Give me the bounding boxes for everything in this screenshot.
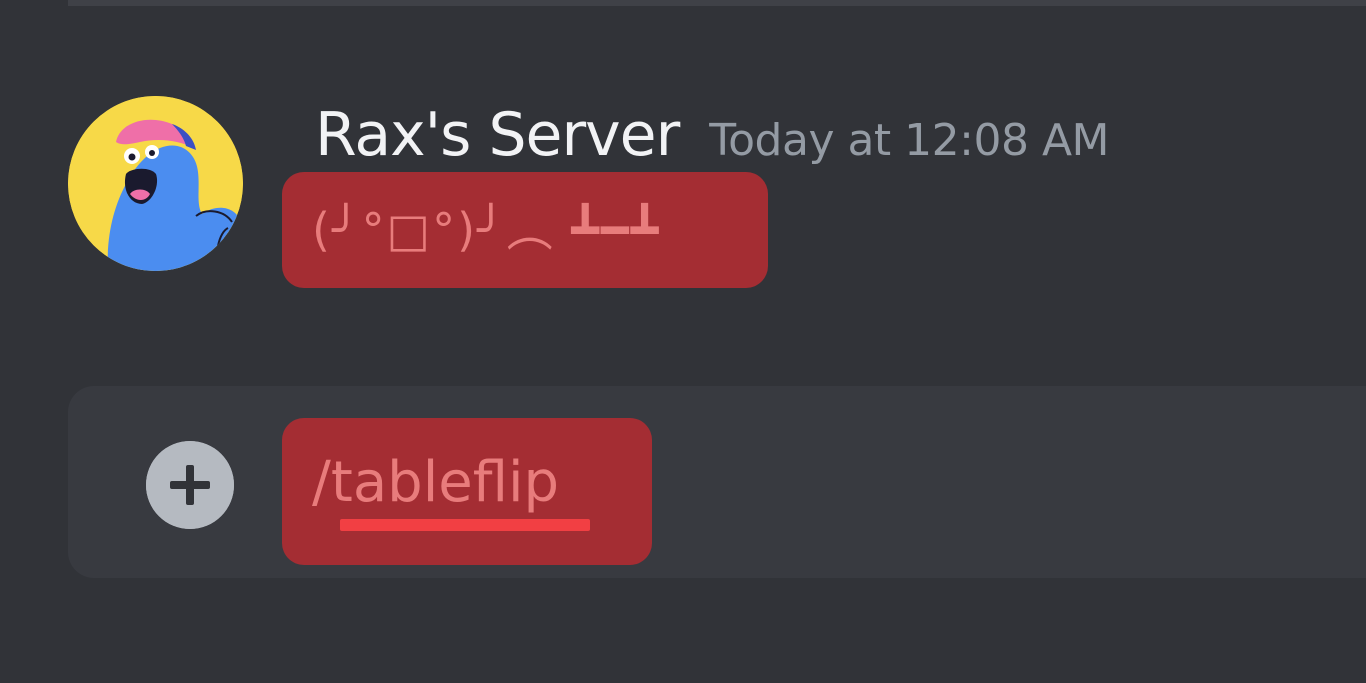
cartoon-character-avatar-icon: [68, 96, 243, 271]
username[interactable]: Rax's Server: [315, 100, 680, 170]
message-composer: [68, 386, 1366, 578]
add-attachment-button[interactable]: [146, 441, 234, 529]
plus-circle-icon: [146, 441, 234, 529]
chat-message: Rax's Server Today at 12:08 AM (╯°□°)╯︵ ┻…: [0, 90, 1366, 290]
message-content-highlight: (╯°□°)╯︵ ┻━┻: [282, 172, 768, 288]
message-header: Rax's Server Today at 12:08 AM: [315, 100, 1110, 170]
chat-view: Rax's Server Today at 12:08 AM (╯°□°)╯︵ ┻…: [0, 0, 1366, 683]
message-text: (╯°□°)╯︵ ┻━┻: [312, 203, 661, 257]
spellcheck-underline: [340, 519, 590, 531]
message-input[interactable]: [312, 442, 632, 522]
message-timestamp: Today at 12:08 AM: [709, 115, 1110, 166]
avatar[interactable]: [68, 96, 243, 271]
input-highlight: [282, 418, 652, 565]
previous-message-divider: [68, 0, 1366, 6]
